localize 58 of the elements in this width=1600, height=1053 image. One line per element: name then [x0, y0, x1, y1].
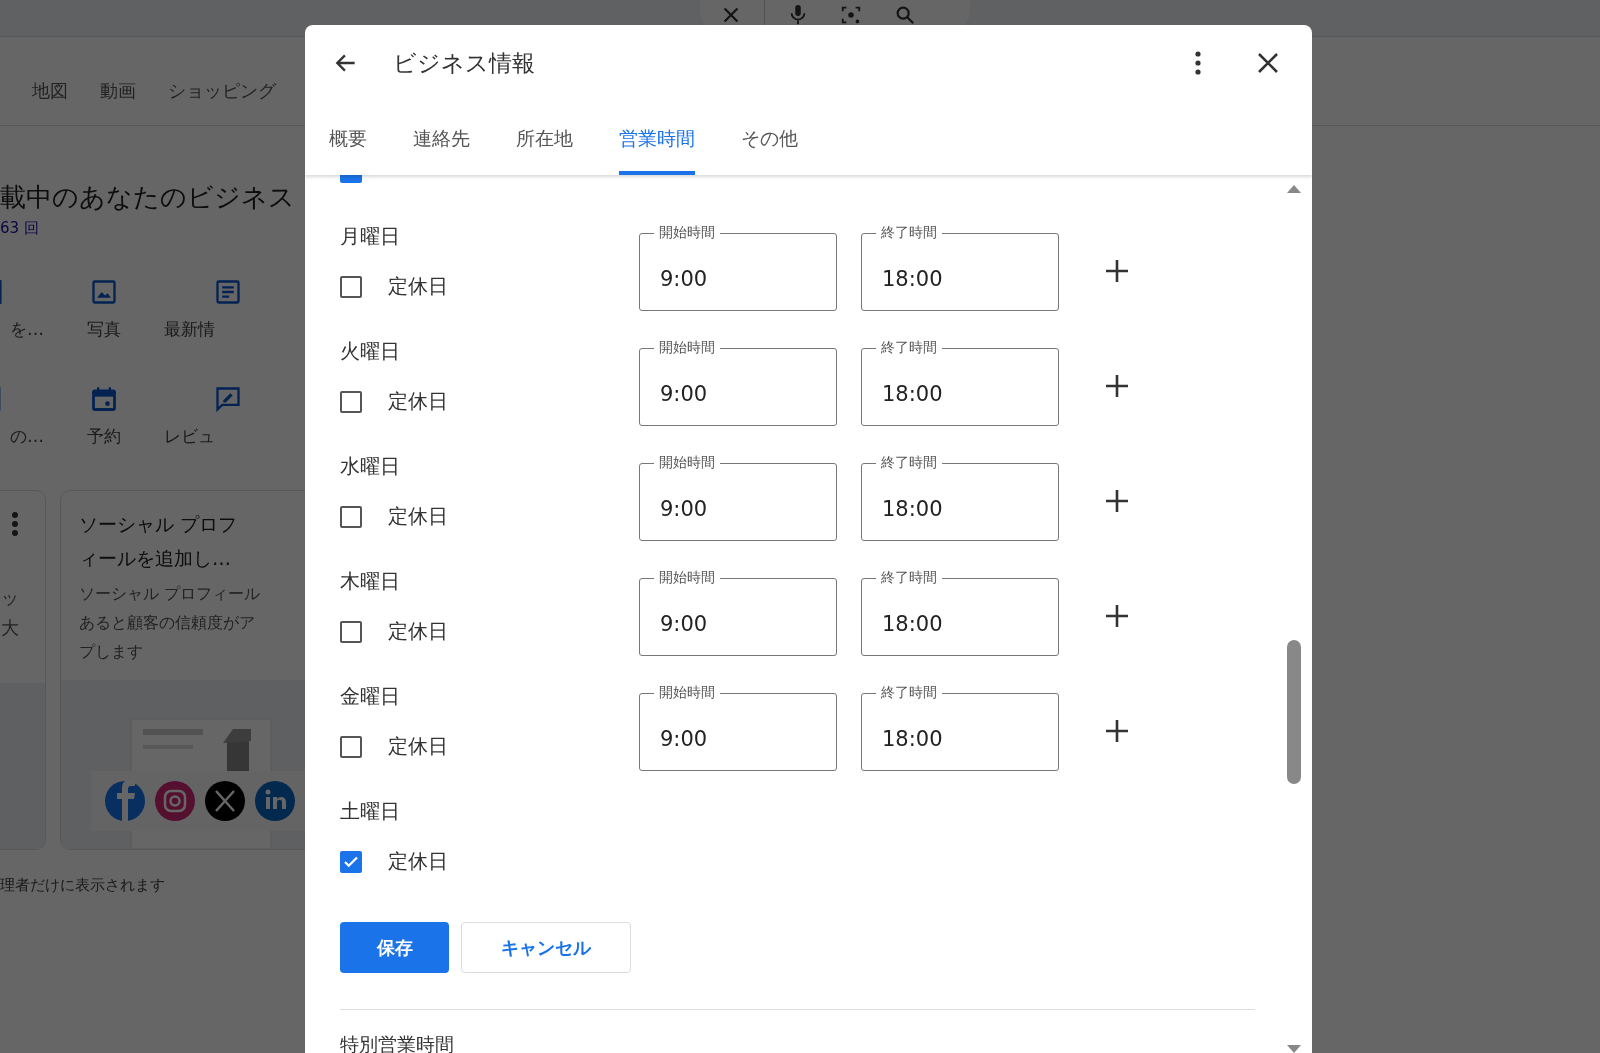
time-field[interactable]: 開始時間 9:00: [639, 224, 837, 311]
calendar-icon: [90, 385, 118, 413]
scroll-down-icon[interactable]: [1286, 1045, 1302, 1053]
camera-lens-icon[interactable]: [839, 4, 863, 26]
card-title: ソーシャル プロフ ィールを追加し…: [79, 512, 238, 571]
checkbox[interactable]: [340, 390, 362, 413]
checkbox[interactable]: [340, 505, 362, 528]
add-icon[interactable]: [1105, 374, 1129, 398]
section-heading: 特別営業時間: [340, 1032, 454, 1053]
checkbox-label: 定休日: [388, 503, 448, 530]
day-label: 木曜日: [340, 569, 401, 593]
time-field[interactable]: 開始時間 9:00: [639, 339, 837, 426]
scroll-up-icon[interactable]: [1286, 183, 1302, 193]
add-icon[interactable]: [1105, 259, 1129, 283]
card-description: ソーシャル プロフィール あると顧客の信頼度がア プします: [79, 583, 261, 663]
checkbox-label: 定休日: [388, 388, 448, 415]
footer-note: 理者だけに表示されます: [0, 876, 165, 895]
checkbox[interactable]: [340, 620, 362, 643]
add-icon[interactable]: [1105, 489, 1129, 513]
checkbox-label: 定休日: [388, 733, 448, 760]
cancel-button[interactable]: キャンセル: [461, 922, 631, 973]
day-label: 水曜日: [340, 454, 401, 478]
save-button[interactable]: 保存: [340, 922, 449, 973]
day-label: 土曜日: [340, 799, 401, 823]
image-icon: [90, 278, 118, 306]
time-field[interactable]: 終了時間 18:00: [861, 454, 1059, 541]
edit-note-icon: [214, 385, 242, 413]
scrollbar-thumb[interactable]: [1287, 640, 1301, 784]
checkbox-label: 定休日: [388, 273, 448, 300]
time-field[interactable]: 終了時間 18:00: [861, 339, 1059, 426]
checkbox[interactable]: [340, 850, 362, 873]
checkbox-label: 定休日: [388, 848, 448, 875]
tab[interactable]: 所在地: [516, 83, 573, 175]
checkbox[interactable]: [340, 275, 362, 298]
more-options-icon[interactable]: [1194, 50, 1202, 76]
add-icon[interactable]: [1105, 604, 1129, 628]
close-icon[interactable]: [1256, 51, 1280, 75]
time-field[interactable]: 開始時間 9:00: [639, 684, 837, 771]
card-text: ッ 大: [1, 586, 19, 640]
business-heading: 載中のあなたのビジネス: [0, 181, 295, 214]
time-field[interactable]: 開始時間 9:00: [639, 454, 837, 541]
tab[interactable]: 概要: [329, 83, 367, 175]
time-field[interactable]: 開始時間 9:00: [639, 569, 837, 656]
time-field[interactable]: 終了時間 18:00: [861, 224, 1059, 311]
checkbox[interactable]: [340, 735, 362, 758]
document-icon: [214, 278, 242, 306]
tab[interactable]: 連絡先: [413, 83, 470, 175]
dialog-title: ビジネス情報: [393, 48, 536, 78]
day-label: 金曜日: [340, 684, 401, 708]
day-label: 月曜日: [340, 224, 401, 248]
tab[interactable]: 営業時間: [619, 83, 695, 175]
day-label: 火曜日: [340, 339, 401, 363]
time-field[interactable]: 終了時間 18:00: [861, 684, 1059, 771]
view-count: 63 回: [0, 219, 39, 238]
checkbox-label: 定休日: [388, 618, 448, 645]
tab[interactable]: その他: [741, 83, 798, 175]
time-field[interactable]: 終了時間 18:00: [861, 569, 1059, 656]
add-icon[interactable]: [1105, 719, 1129, 743]
